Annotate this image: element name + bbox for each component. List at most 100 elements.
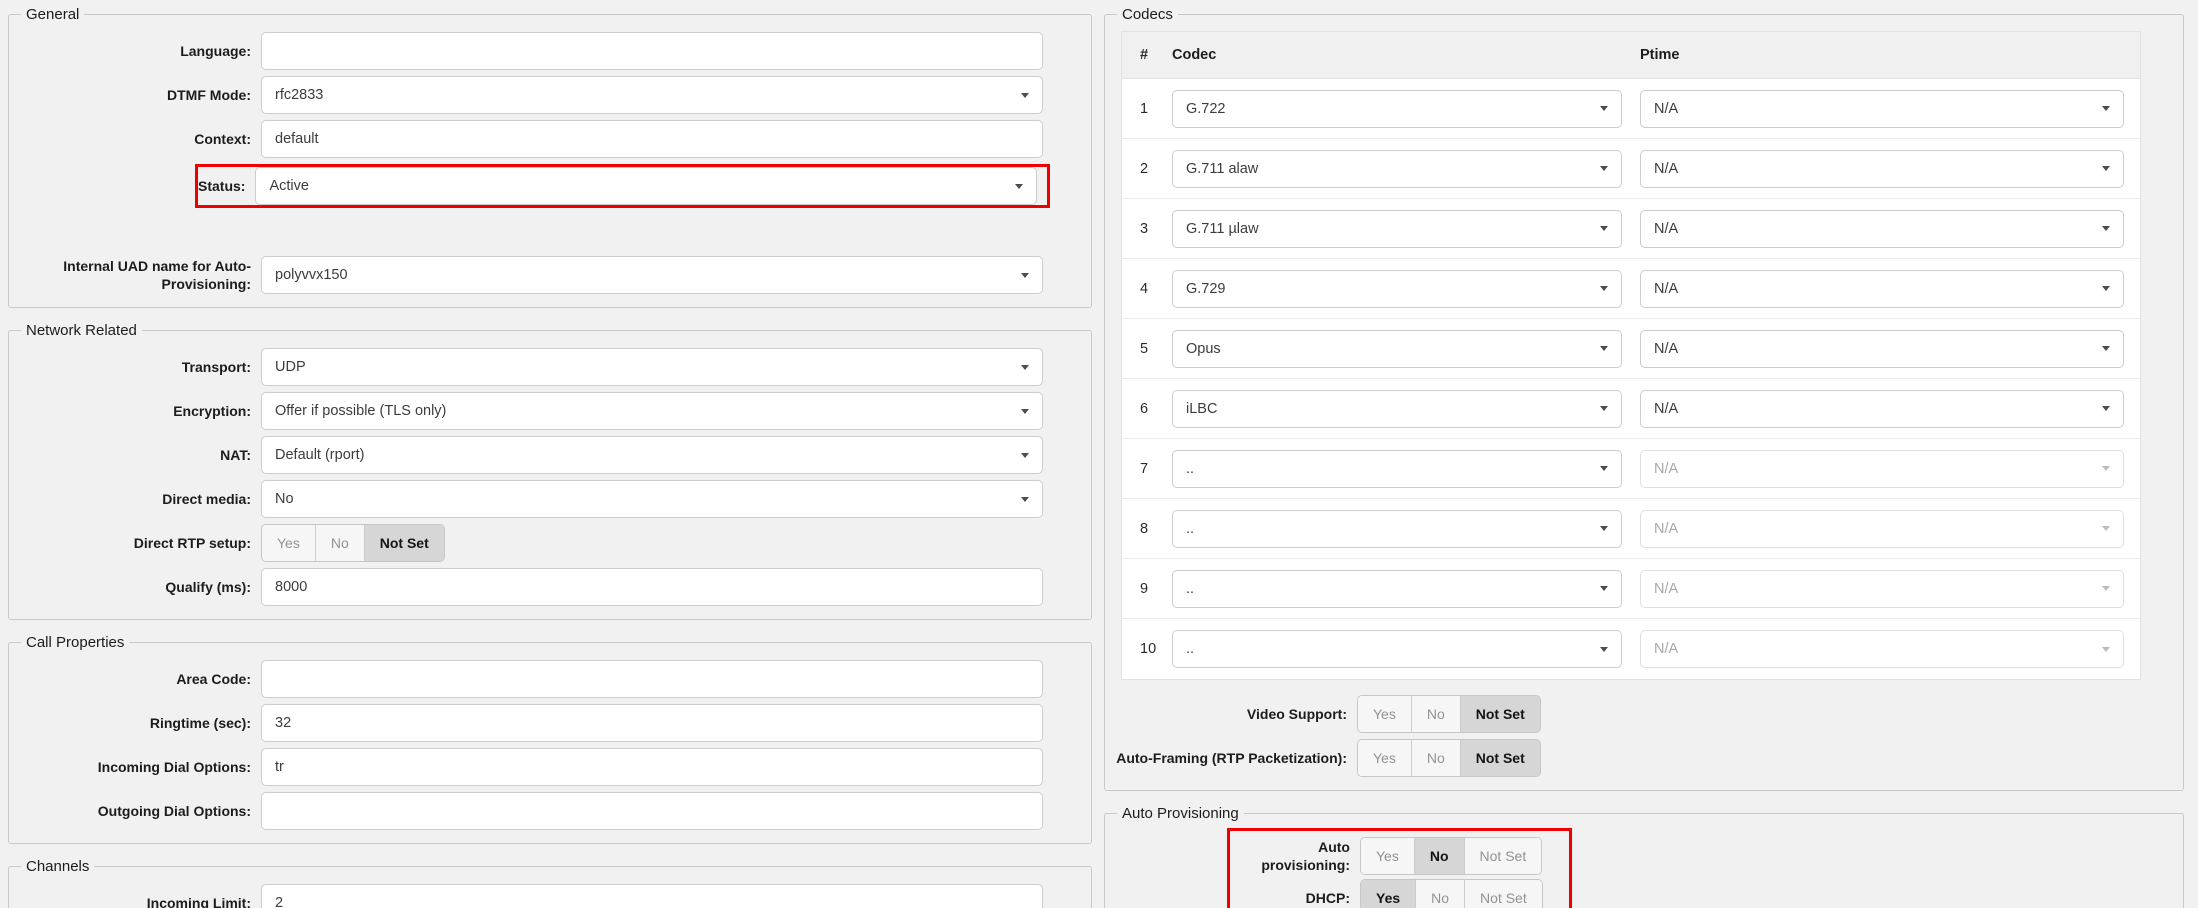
- ringtime-row: Ringtime (sec):: [9, 701, 1091, 745]
- dhcp-no-button[interactable]: No: [1416, 880, 1465, 908]
- codec-row-1: 1 G.722 N/A: [1122, 79, 2140, 139]
- codec-row-2: 2 G.711 alaw N/A: [1122, 139, 2140, 199]
- context-input[interactable]: [261, 120, 1043, 158]
- status-select[interactable]: Active: [255, 167, 1037, 205]
- codec-2-value: G.711 alaw: [1186, 161, 1258, 177]
- ptime-2-select[interactable]: N/A: [1640, 150, 2124, 188]
- ptime-2-value: N/A: [1654, 161, 1678, 177]
- status-label: Status:: [198, 177, 255, 195]
- auto-framing-notset-button[interactable]: Not Set: [1461, 740, 1540, 776]
- auto-provisioning-no-button[interactable]: No: [1415, 838, 1465, 874]
- ptime-8-select: N/A: [1640, 510, 2124, 548]
- ptime-10-value: N/A: [1654, 641, 1678, 657]
- codec-10-select[interactable]: ..: [1172, 630, 1622, 668]
- codec-5-select[interactable]: Opus: [1172, 330, 1622, 368]
- direct-rtp-setup-no-button[interactable]: No: [316, 525, 365, 561]
- video-support-yes-button[interactable]: Yes: [1358, 696, 1412, 732]
- chevron-down-icon: [2102, 106, 2110, 111]
- outgoing-dial-options-label: Outgoing Dial Options:: [9, 802, 261, 820]
- general-section: General Language: DTMF Mode: rfc2833 Con…: [8, 6, 1092, 308]
- incoming-limit-label: Incoming Limit:: [9, 894, 261, 908]
- codec-row-number: 5: [1122, 341, 1172, 357]
- ptime-9-select: N/A: [1640, 570, 2124, 608]
- general-section-title: General: [21, 6, 84, 23]
- auto-provisioning-label: Auto provisioning:: [1230, 838, 1360, 874]
- direct-rtp-setup-yes-button[interactable]: Yes: [262, 525, 316, 561]
- ptime-6-select[interactable]: N/A: [1640, 390, 2124, 428]
- codec-7-select[interactable]: ..: [1172, 450, 1622, 488]
- qualify-input[interactable]: [261, 568, 1043, 606]
- codec-3-select[interactable]: G.711 µlaw: [1172, 210, 1622, 248]
- dhcp-notset-button[interactable]: Not Set: [1465, 880, 1542, 908]
- network-related-section: Network Related Transport: UDP Encryptio…: [8, 322, 1092, 620]
- language-input[interactable]: [261, 32, 1043, 70]
- codec-row-number: 10: [1122, 641, 1172, 657]
- ptime-3-value: N/A: [1654, 221, 1678, 237]
- dhcp-yes-button[interactable]: Yes: [1361, 880, 1416, 908]
- auto-framing-yes-button[interactable]: Yes: [1358, 740, 1412, 776]
- codecs-header-codec: Codec: [1172, 47, 1640, 63]
- ptime-4-select[interactable]: N/A: [1640, 270, 2124, 308]
- codec-row-3: 3 G.711 µlaw N/A: [1122, 199, 2140, 259]
- encryption-select[interactable]: Offer if possible (TLS only): [261, 392, 1043, 430]
- chevron-down-icon: [1021, 273, 1029, 278]
- codec-9-select[interactable]: ..: [1172, 570, 1622, 608]
- area-code-input[interactable]: [261, 660, 1043, 698]
- uad-name-select[interactable]: polyvvx150: [261, 256, 1043, 294]
- ptime-5-select[interactable]: N/A: [1640, 330, 2124, 368]
- codec-row-number: 3: [1122, 221, 1172, 237]
- ptime-8-value: N/A: [1654, 521, 1678, 537]
- auto-framing-label: Auto-Framing (RTP Packetization):: [1105, 749, 1357, 767]
- area-code-row: Area Code:: [9, 657, 1091, 701]
- codec-2-select[interactable]: G.711 alaw: [1172, 150, 1622, 188]
- direct-media-select[interactable]: No: [261, 480, 1043, 518]
- direct-rtp-setup-notset-button[interactable]: Not Set: [365, 525, 444, 561]
- ptime-9-value: N/A: [1654, 581, 1678, 597]
- codecs-header-ptime: Ptime: [1640, 47, 2140, 63]
- ptime-1-select[interactable]: N/A: [1640, 90, 2124, 128]
- codec-row-number: 2: [1122, 161, 1172, 177]
- codec-6-select[interactable]: iLBC: [1172, 390, 1622, 428]
- chevron-down-icon: [2102, 647, 2110, 652]
- qualify-label: Qualify (ms):: [9, 578, 261, 596]
- outgoing-dial-options-input[interactable]: [261, 792, 1043, 830]
- ringtime-input[interactable]: [261, 704, 1043, 742]
- transport-value: UDP: [275, 359, 306, 375]
- video-support-no-button[interactable]: No: [1412, 696, 1461, 732]
- encryption-value: Offer if possible (TLS only): [275, 403, 446, 419]
- codecs-table: # Codec Ptime 1 G.722 N/A 2 G.711 alaw N…: [1121, 31, 2141, 680]
- auto-provisioning-notset-button[interactable]: Not Set: [1465, 838, 1542, 874]
- auto-provisioning-highlight-box: Auto provisioning: Yes No Not Set DHCP: …: [1227, 828, 1572, 908]
- channels-section-title: Channels: [21, 858, 94, 875]
- codec-row-number: 1: [1122, 101, 1172, 117]
- codec-4-select[interactable]: G.729: [1172, 270, 1622, 308]
- incoming-dial-options-input[interactable]: [261, 748, 1043, 786]
- chevron-down-icon: [2102, 406, 2110, 411]
- ptime-3-select[interactable]: N/A: [1640, 210, 2124, 248]
- language-row: Language:: [9, 29, 1091, 73]
- status-value: Active: [269, 178, 309, 194]
- chevron-down-icon: [1600, 526, 1608, 531]
- ptime-1-value: N/A: [1654, 101, 1678, 117]
- codecs-section: Codecs # Codec Ptime 1 G.722 N/A 2 G.711…: [1104, 6, 2184, 791]
- incoming-limit-input[interactable]: [261, 884, 1043, 908]
- codec-7-value: ..: [1186, 461, 1194, 477]
- codec-row-number: 8: [1122, 521, 1172, 537]
- codec-8-select[interactable]: ..: [1172, 510, 1622, 548]
- chevron-down-icon: [1600, 166, 1608, 171]
- encryption-row: Encryption: Offer if possible (TLS only): [9, 389, 1091, 433]
- video-support-notset-button[interactable]: Not Set: [1461, 696, 1540, 732]
- nat-label: NAT:: [9, 446, 261, 464]
- codec-row-5: 5 Opus N/A: [1122, 319, 2140, 379]
- transport-select[interactable]: UDP: [261, 348, 1043, 386]
- auto-provisioning-yes-button[interactable]: Yes: [1361, 838, 1415, 874]
- nat-select[interactable]: Default (rport): [261, 436, 1043, 474]
- chevron-down-icon: [1021, 497, 1029, 502]
- ptime-4-value: N/A: [1654, 281, 1678, 297]
- codec-row-10: 10 .. N/A: [1122, 619, 2140, 679]
- auto-framing-no-button[interactable]: No: [1412, 740, 1461, 776]
- dtmf-mode-select[interactable]: rfc2833: [261, 76, 1043, 114]
- call-properties-section: Call Properties Area Code: Ringtime (sec…: [8, 634, 1092, 844]
- codec-1-select[interactable]: G.722: [1172, 90, 1622, 128]
- chevron-down-icon: [1021, 409, 1029, 414]
